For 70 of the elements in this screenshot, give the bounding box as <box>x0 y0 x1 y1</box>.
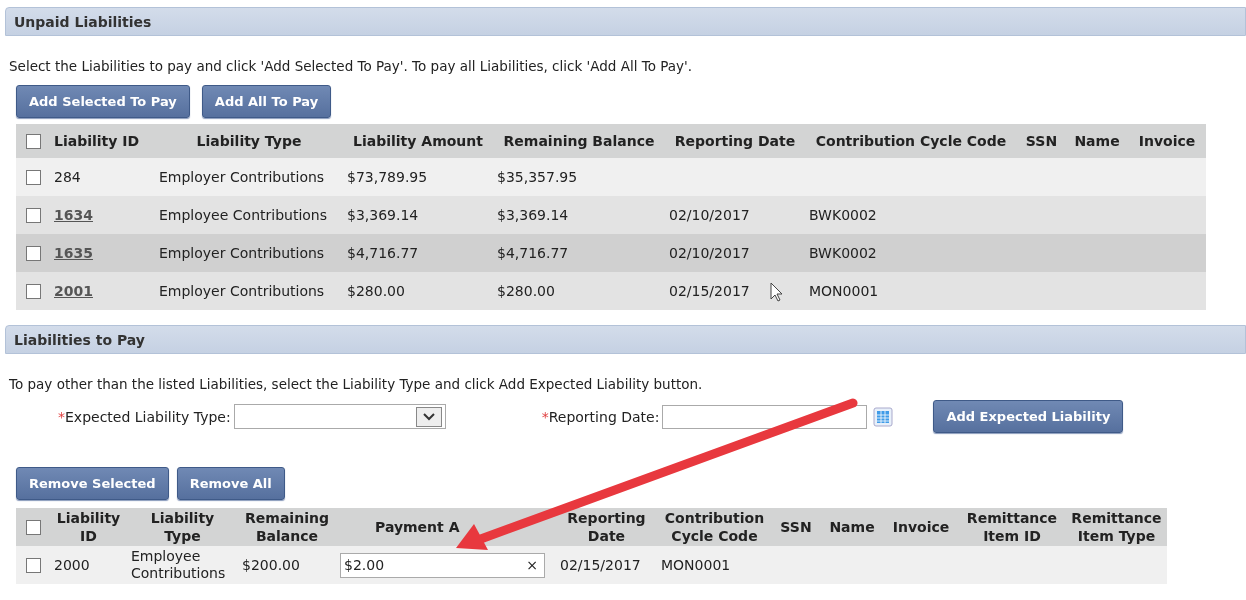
action-button[interactable]: Add Selected To Pay <box>16 85 190 118</box>
liability-id-link[interactable]: 1635 <box>54 245 93 261</box>
row-checkbox[interactable] <box>25 170 41 186</box>
column-header: Contribution Cycle Code <box>805 124 1017 158</box>
row-checkbox[interactable] <box>25 246 41 262</box>
table-cell: Employee Contributions <box>159 207 327 223</box>
column-header: Invoice <box>884 508 958 546</box>
select-all-checkbox[interactable] <box>25 520 41 536</box>
table-cell: 02/15/2017 <box>669 283 750 299</box>
table-cell: $35,357.95 <box>497 169 578 185</box>
column-header: Liability ID <box>50 124 155 158</box>
action-button[interactable]: Remove All <box>176 467 285 500</box>
liability-id-link[interactable]: 2001 <box>54 283 93 299</box>
liability-id-link[interactable]: 1634 <box>54 207 93 223</box>
column-header: Name <box>820 508 884 546</box>
section-header: Unpaid Liabilities <box>5 7 1246 36</box>
action-button[interactable]: Remove Selected <box>16 467 169 500</box>
column-header: Remaining Balance <box>493 124 665 158</box>
add-expected-liability-button[interactable]: Add Expected Liability <box>933 400 1124 433</box>
table-cell: 02/10/2017 <box>669 245 750 261</box>
column-header: SSN <box>772 508 820 546</box>
table-cell: 02/15/2017 <box>560 557 641 573</box>
column-header: SSN <box>1017 124 1066 158</box>
table-cell: $3,369.14 <box>497 207 569 223</box>
table-cell: $280.00 <box>497 283 555 299</box>
table-cell: 2000 <box>54 557 90 573</box>
table-cell: Employer Contributions <box>159 245 325 261</box>
table-cell: $200.00 <box>242 557 300 573</box>
column-header: Remaining Balance <box>238 508 336 546</box>
row-checkbox[interactable] <box>25 208 41 224</box>
table-cell: 284 <box>54 169 81 185</box>
table-cell: Employer Contributions <box>159 283 325 299</box>
row-checkbox[interactable] <box>25 558 41 574</box>
column-header: Contribution Cycle Code <box>657 508 772 546</box>
chevron-down-icon <box>415 406 442 427</box>
table-cell: $73,789.95 <box>347 169 428 185</box>
table-cell: BWK0002 <box>809 245 877 261</box>
action-button[interactable]: Add All To Pay <box>201 85 332 118</box>
column-header: Name <box>1066 124 1128 158</box>
instructions-text: Select the Liabilities to pay and click 'Add Selected To Pay'. To pay all Liabilities, click 'Add All To Pay'. <box>9 57 694 76</box>
liability-type-dropdown[interactable] <box>233 404 446 429</box>
field-label: *Expected Liability Type: <box>58 408 231 425</box>
select-all-checkbox[interactable] <box>25 134 41 150</box>
column-header: Reporting Date <box>665 124 805 158</box>
mouse-cursor-icon <box>770 282 783 302</box>
row-checkbox[interactable] <box>25 284 41 300</box>
table-cell: MON0001 <box>809 283 879 299</box>
column-header: Remittance Item ID <box>958 508 1066 546</box>
table-cell: $4,716.77 <box>347 245 419 261</box>
payment-amount-field[interactable]: $2.00 × <box>340 552 545 578</box>
clear-button[interactable]: × <box>526 557 538 573</box>
column-header: Liability Type <box>155 124 343 158</box>
table-cell: $4,716.77 <box>497 245 569 261</box>
calendar-icon[interactable] <box>873 406 894 427</box>
section-header: Liabilities to Pay <box>5 325 1246 354</box>
field-label: *Reporting Date: <box>541 408 660 425</box>
table-cell: $280.00 <box>347 283 405 299</box>
column-header: Liability Amount <box>343 124 493 158</box>
column-header: Invoice <box>1128 124 1206 158</box>
table-cell: 02/10/2017 <box>669 207 750 223</box>
column-header: Remittance Item Type <box>1066 508 1167 546</box>
column-header: Liability ID <box>50 508 127 546</box>
column-header: Liability Type <box>127 508 238 546</box>
table-cell: $3,369.14 <box>347 207 419 223</box>
instructions-text: To pay other than the listed Liabilities, select the Liability Type and click Add Expected Liability button. <box>9 375 704 394</box>
table-cell: MON0001 <box>661 557 731 573</box>
column-header: Reporting Date <box>556 508 657 546</box>
table-cell: Employee Contributions <box>131 548 226 581</box>
table-cell: Employer Contributions <box>159 169 325 185</box>
table-cell: BWK0002 <box>809 207 877 223</box>
